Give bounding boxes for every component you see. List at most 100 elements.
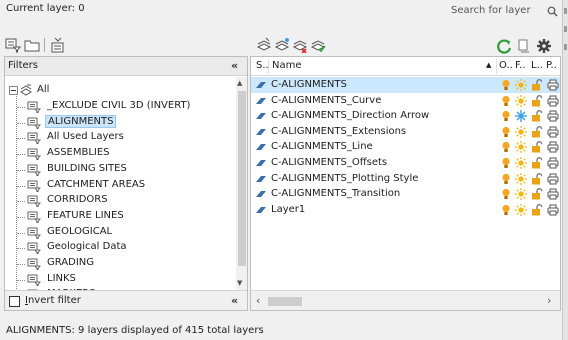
tree-item-label: Geological Data	[47, 241, 127, 253]
sun-thawed-icon[interactable]	[515, 79, 527, 91]
gear-icon[interactable]	[536, 38, 552, 54]
sun-thawed-icon[interactable]	[515, 172, 527, 185]
tree-connector	[17, 107, 25, 108]
set-current-icon[interactable]	[310, 37, 326, 53]
unlock-icon[interactable]	[531, 157, 543, 169]
col-lock[interactable]: L..	[531, 60, 543, 71]
tree-connector	[17, 185, 25, 187]
sun-thawed-icon[interactable]	[515, 157, 527, 169]
unlock-icon[interactable]	[531, 110, 543, 122]
printer-icon[interactable]	[547, 95, 559, 107]
tree-connector	[17, 216, 25, 218]
printer-icon[interactable]	[547, 141, 559, 153]
property-filter-icon	[27, 211, 42, 224]
filter-tree-scrollbar[interactable]: ▲ ▼	[236, 77, 247, 290]
tree-item-label: CATCHMENT AREAS	[47, 178, 146, 190]
lightbulb-on-icon[interactable]	[500, 173, 512, 185]
col-on[interactable]: O..	[499, 60, 513, 71]
col-freeze[interactable]: F..	[515, 60, 526, 71]
hscroll-thumb[interactable]	[268, 297, 302, 306]
col-name[interactable]: Name	[272, 60, 302, 71]
lightbulb-on-icon[interactable]	[500, 126, 512, 138]
printer-icon[interactable]	[547, 204, 559, 216]
col-status[interactable]: S..	[256, 60, 269, 71]
sun-thawed-icon[interactable]	[515, 141, 527, 154]
printer-icon[interactable]	[547, 110, 559, 122]
layers-horizontal-scrollbar[interactable]: ‹ ›	[251, 290, 560, 310]
window-resize-edge[interactable]	[563, 0, 568, 340]
property-filter-icon	[27, 148, 42, 161]
scroll-left-arrow[interactable]: ‹	[256, 294, 260, 307]
search-placeholder: Search for layer	[451, 5, 531, 16]
collapse-filters-button[interactable]: «	[231, 59, 238, 72]
column-divider[interactable]	[496, 59, 497, 74]
lightbulb-on-icon[interactable]	[500, 79, 512, 91]
printer-icon[interactable]	[547, 79, 559, 91]
tree-item-label: _EXCLUDE CIVIL 3D (INVERT)	[47, 100, 191, 111]
new-property-filter-icon[interactable]	[5, 37, 21, 53]
lightbulb-on-icon[interactable]	[500, 157, 512, 169]
scroll-up-arrow[interactable]: ▲	[237, 79, 242, 87]
layer-row[interactable]: C-ALIGNMENTS_Curve	[251, 93, 560, 109]
settings-toggle-icon[interactable]	[516, 38, 532, 54]
sun-thawed-icon[interactable]	[515, 203, 527, 216]
scroll-right-arrow[interactable]: ›	[547, 294, 551, 307]
printer-icon[interactable]	[547, 188, 559, 200]
new-group-filter-icon[interactable]	[24, 37, 40, 53]
scroll-thumb[interactable]	[238, 91, 246, 266]
tree-connector	[17, 279, 25, 281]
layer-row[interactable]: Layer1	[251, 202, 560, 218]
sun-thawed-icon[interactable]	[515, 125, 527, 138]
tree-connector	[17, 154, 25, 156]
column-divider[interactable]	[268, 59, 269, 74]
layer-status-icon	[256, 113, 266, 120]
search-layer-input[interactable]: Search for layer	[449, 2, 561, 22]
refresh-icon[interactable]	[496, 38, 512, 54]
invert-filter-checkbox[interactable]	[9, 296, 20, 307]
tree-item-label: CORRIDORS	[47, 194, 108, 206]
layer-row[interactable]: C-ALIGNMENTS_Plotting Style	[251, 171, 560, 187]
new-layer-icon[interactable]	[256, 37, 272, 53]
layer-row[interactable]: C-ALIGNMENTS_Transition	[251, 186, 560, 202]
layer-row[interactable]: C-ALIGNMENTS_Extensions	[251, 124, 560, 140]
unlock-icon[interactable]	[531, 172, 543, 185]
edge-grip	[564, 8, 567, 14]
layer-row[interactable]: C-ALIGNMENTS_Line	[251, 139, 560, 155]
collapse-bottom-button[interactable]: «	[231, 294, 238, 307]
layer-row[interactable]: C-ALIGNMENTS_Direction Arrow	[251, 108, 560, 124]
layer-row[interactable]: C-ALIGNMENTS	[251, 77, 560, 93]
lightbulb-on-icon[interactable]	[500, 95, 512, 107]
layer-status-icon	[256, 175, 266, 182]
delete-layer-icon[interactable]	[292, 37, 308, 53]
col-plot[interactable]: P..	[546, 60, 557, 71]
scroll-down-arrow[interactable]: ▼	[237, 279, 242, 287]
unlock-icon[interactable]	[531, 203, 543, 216]
printer-icon[interactable]	[547, 173, 559, 185]
property-filter-icon	[27, 180, 42, 192]
expand-minus-icon[interactable]	[9, 86, 18, 95]
sun-thawed-icon[interactable]	[515, 188, 527, 201]
unlock-icon[interactable]	[531, 125, 543, 138]
freeze-icon[interactable]	[515, 110, 527, 123]
new-layer-vp-frozen-icon[interactable]	[274, 37, 290, 53]
filters-panel: Filters « All _EXCLUDE CIVIL 3D (INVERT)…	[4, 56, 248, 311]
layer-row[interactable]: C-ALIGNMENTS_Offsets	[251, 155, 560, 171]
layer-states-manager-icon[interactable]	[50, 37, 66, 53]
unlock-icon[interactable]	[531, 79, 543, 91]
tree-item-label: GEOLOGICAL	[47, 225, 113, 237]
printer-icon[interactable]	[547, 126, 559, 138]
printer-icon[interactable]	[547, 157, 559, 169]
lightbulb-on-icon[interactable]	[500, 204, 512, 216]
lightbulb-on-icon[interactable]	[500, 110, 512, 122]
lightbulb-on-icon[interactable]	[500, 188, 512, 200]
layer-name: C-ALIGNMENTS_Curve	[271, 94, 382, 106]
sort-asc-icon: ▲	[486, 61, 492, 69]
lightbulb-on-icon[interactable]	[500, 141, 512, 153]
all-filter-icon	[20, 84, 32, 96]
invert-filter-label[interactable]: Invert filter	[25, 295, 81, 306]
sun-thawed-icon[interactable]	[515, 94, 527, 107]
unlock-icon[interactable]	[531, 141, 543, 153]
tree-item-label: ASSEMBLIES	[47, 147, 110, 159]
unlock-icon[interactable]	[531, 94, 543, 107]
unlock-icon[interactable]	[531, 188, 543, 200]
